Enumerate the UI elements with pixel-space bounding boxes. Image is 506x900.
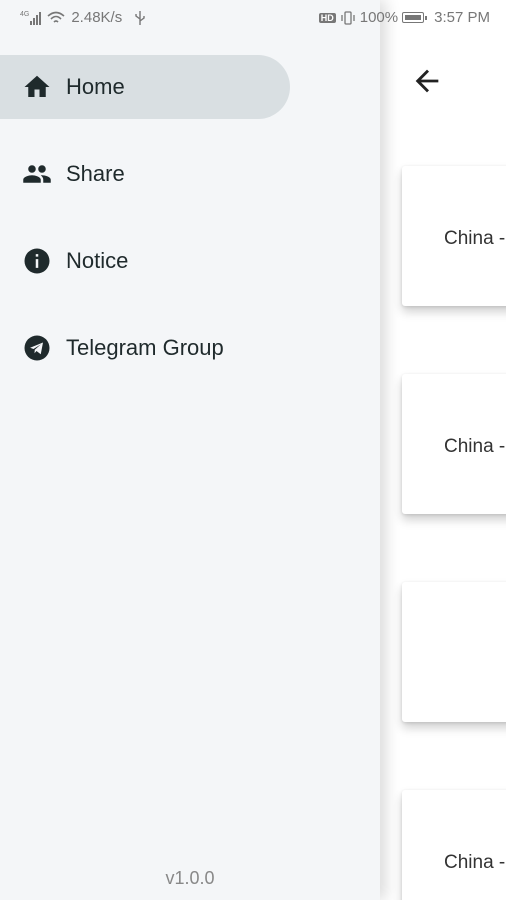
list-card[interactable]: China - — [402, 166, 506, 306]
arrow-back-icon — [415, 69, 439, 93]
usb-icon — [135, 10, 145, 25]
back-button[interactable] — [410, 64, 444, 98]
drawer-item-telegram-group[interactable]: Telegram Group — [0, 316, 290, 380]
list-card[interactable] — [402, 582, 506, 722]
list-card[interactable]: China - — [402, 790, 506, 900]
status-right: HD 100% 3:57 PM — [318, 9, 490, 26]
drawer-item-home[interactable]: Home — [0, 55, 290, 119]
wifi-icon — [47, 11, 65, 23]
navigation-drawer: Home Share Notice Telegram Group v1.0.0 — [0, 0, 380, 900]
drawer-item-share[interactable]: Share — [0, 142, 290, 206]
drawer-item-label: Telegram Group — [66, 335, 224, 360]
hd-badge: HD — [318, 12, 336, 23]
people-icon — [22, 159, 52, 189]
drawer-item-label: Notice — [66, 248, 129, 273]
info-icon — [22, 246, 52, 276]
home-icon — [22, 72, 52, 102]
content-page: China - China - China - — [380, 0, 506, 900]
network-speed: 2.48K/s — [71, 9, 123, 26]
list-card[interactable]: China - — [402, 374, 506, 514]
vibrate-icon — [341, 10, 355, 25]
card-label: China - — [444, 436, 506, 457]
status-left: 4G 2.48K/s — [20, 9, 146, 26]
status-bar: 4G 2.48K/s HD 100% 3:57 PM — [0, 0, 506, 36]
clock: 3:57 PM — [434, 9, 490, 26]
battery-icon — [402, 12, 428, 23]
card-label: China - — [444, 228, 506, 249]
version-label: v1.0.0 — [165, 868, 215, 888]
battery-percent: 100% — [359, 9, 399, 26]
drawer-item-notice[interactable]: Notice — [0, 229, 290, 293]
signal-tag: 4G — [20, 10, 30, 18]
drawer-item-label: Share — [66, 161, 125, 186]
drawer-item-label: Home — [66, 74, 125, 99]
telegram-icon — [22, 333, 52, 363]
signal-icon: 4G — [20, 10, 42, 25]
card-label: China - — [444, 852, 506, 873]
